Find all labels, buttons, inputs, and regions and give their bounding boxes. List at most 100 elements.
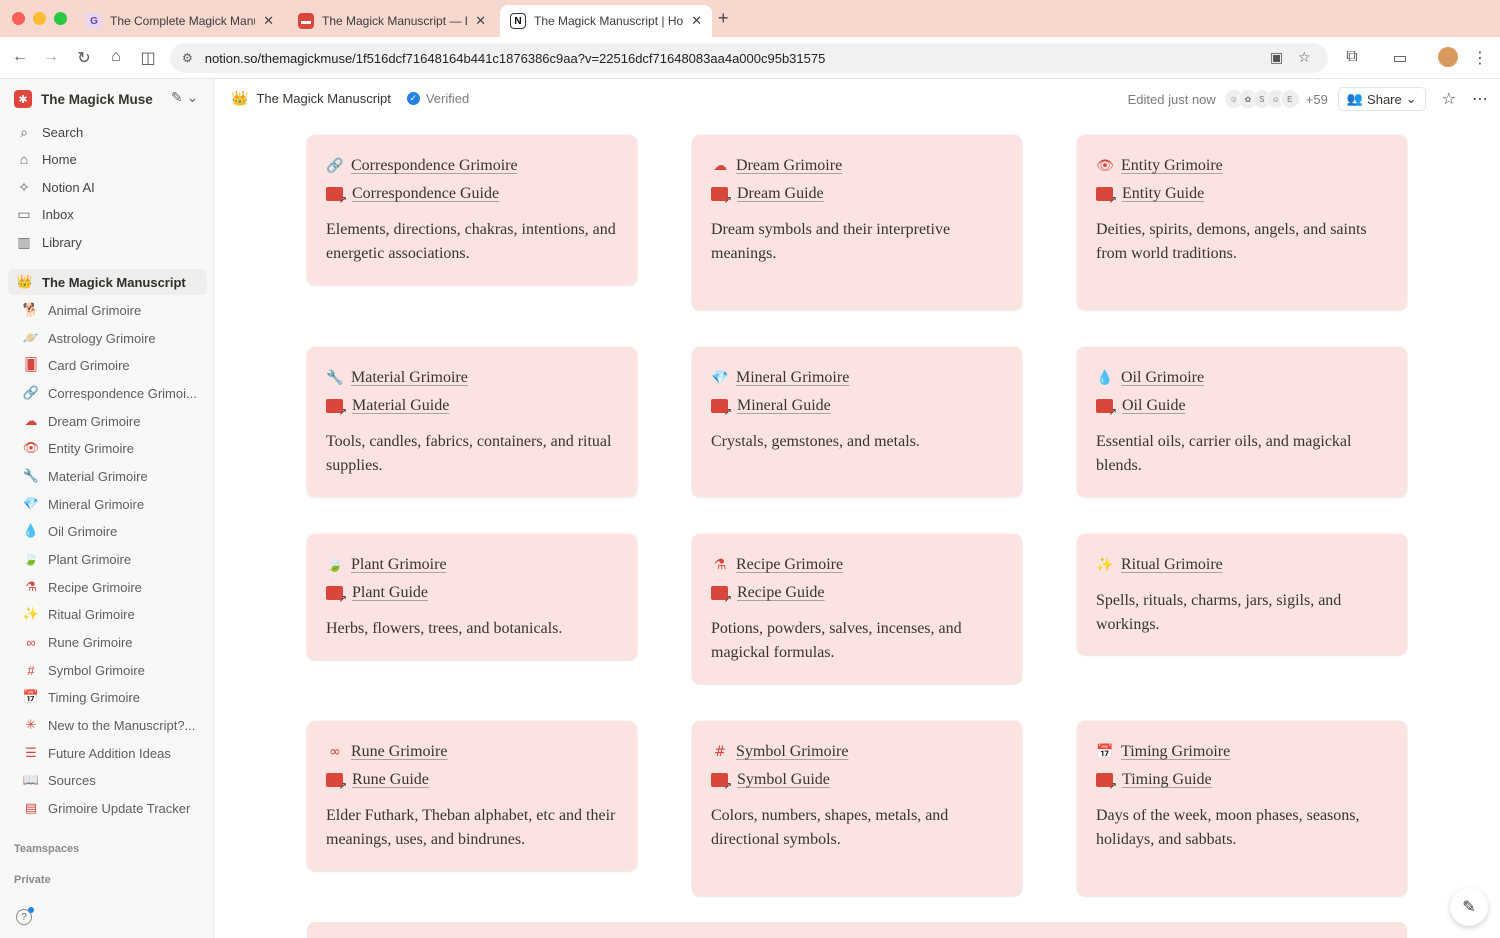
card-title[interactable]: Mineral Grimoire	[736, 369, 849, 387]
card-title[interactable]: Dream Grimoire	[736, 157, 842, 175]
hash-icon: #	[27, 662, 35, 678]
sidebar-item-oil-grimoire[interactable]: 💧 Oil Grimoire	[8, 518, 207, 544]
section-teamspaces[interactable]: Teamspaces	[14, 843, 79, 855]
bookmark-star-icon[interactable]: ☆	[1298, 49, 1311, 66]
minimize-window-button[interactable]	[33, 12, 46, 25]
sidebar-item-sources[interactable]: 📖 Sources	[8, 767, 207, 793]
gallery-card[interactable]: 💧 Oil Grimoire Oil Guide Essential oils, …	[1077, 347, 1407, 497]
sidebar-item-material-grimoire[interactable]: 🔧 Material Grimoire	[8, 463, 207, 489]
sidebar-item-entity-grimoire[interactable]: 👁 Entity Grimoire	[8, 435, 207, 461]
more-options-icon[interactable]: ⋯	[1472, 89, 1488, 109]
card-title[interactable]: Ritual Grimoire	[1121, 556, 1223, 574]
home-icon[interactable]: ⌂	[106, 48, 126, 66]
card-title[interactable]: Material Grimoire	[351, 369, 468, 387]
gallery-card[interactable]: 🔧 Material Grimoire Material Guide Tools,…	[307, 347, 637, 497]
share-button[interactable]: 👥 Share ⌄	[1337, 87, 1426, 111]
sidebar-item-astrology-grimoire[interactable]: 🪐 Astrology Grimoire	[8, 325, 207, 351]
gallery-card[interactable]: ☁ Dream Grimoire Dream Guide Dream symbol…	[692, 135, 1022, 310]
close-tab-icon[interactable]: ✕	[263, 13, 274, 29]
browser-menu-icon[interactable]: ⋮	[1470, 48, 1490, 68]
sidebar-nav-search[interactable]: ⌕ Search	[14, 121, 83, 143]
address-bar[interactable]: ⚙ notion.so/themagickmuse/1f516dcf716481…	[170, 43, 1328, 73]
sidebar-nav-inbox[interactable]: ▭ Inbox	[14, 203, 73, 225]
sidebar-item-grimoire-update-tracker[interactable]: ▤ Grimoire Update Tracker	[8, 795, 207, 821]
sidebar-item-future-addition-ideas[interactable]: ☰ Future Addition Ideas	[8, 740, 207, 766]
cast-icon[interactable]: ▭	[1390, 48, 1410, 68]
workspace-name: The Magick Muse	[41, 91, 153, 107]
collaborator-avatars[interactable]: ☺ ✿ S ☺ E	[1223, 89, 1300, 109]
sidebar-nav-notion-ai[interactable]: ✧ Notion AI	[14, 176, 95, 198]
sidebar-item-rune-grimoire[interactable]: ∞ Rune Grimoire	[8, 629, 207, 655]
card-guide-link[interactable]: Recipe Guide	[737, 584, 825, 602]
gallery-card[interactable]: 🔗 Correspondence Grimoire Correspondence …	[307, 135, 637, 285]
favorite-star-icon[interactable]: ☆	[1442, 89, 1456, 109]
breadcrumb[interactable]: 👑 The Magick Manuscript ✓ Verified	[231, 90, 469, 107]
gallery-card[interactable]: # Symbol Grimoire Symbol Guide Colors, nu…	[692, 721, 1022, 896]
sidebar-nav-home[interactable]: ⌂ Home	[14, 148, 77, 170]
sidebar-item-new-to-manuscript[interactable]: ✳ New to the Manuscript?...	[8, 712, 207, 738]
new-page-icon[interactable]: ✎ ⌄	[171, 89, 198, 106]
help-icon[interactable]: ?	[16, 907, 34, 925]
sidebar-item-dream-grimoire[interactable]: ☁ Dream Grimoire	[8, 408, 207, 434]
maximize-window-button[interactable]	[54, 12, 67, 25]
split-view-icon[interactable]: ◫	[138, 48, 158, 68]
verified-badge[interactable]: ✓ Verified	[406, 91, 469, 106]
card-guide-link[interactable]: Dream Guide	[737, 185, 824, 203]
sidebar-item-symbol-grimoire[interactable]: # Symbol Grimoire	[8, 657, 207, 683]
new-tab-button[interactable]: +	[718, 8, 729, 29]
card-guide-link[interactable]: Entity Guide	[1122, 185, 1204, 203]
card-guide-link[interactable]: Oil Guide	[1122, 397, 1186, 415]
card-title[interactable]: Oil Grimoire	[1121, 369, 1204, 387]
card-guide-link[interactable]: Material Guide	[352, 397, 449, 415]
gallery-card[interactable]: ∞ Rune Grimoire Rune Guide Elder Futhark,…	[307, 721, 637, 871]
notion-app-icon[interactable]: ▣	[1270, 49, 1283, 66]
card-title[interactable]: Entity Grimoire	[1121, 157, 1223, 175]
sidebar-item-plant-grimoire[interactable]: 🍃 Plant Grimoire	[8, 546, 207, 572]
card-title[interactable]: Symbol Grimoire	[736, 743, 848, 761]
card-guide-link[interactable]: Mineral Guide	[737, 397, 831, 415]
sidebar-item-mineral-grimoire[interactable]: 💎 Mineral Grimoire	[8, 491, 207, 517]
card-title[interactable]: Plant Grimoire	[351, 556, 447, 574]
card-title[interactable]: Correspondence Grimoire	[351, 157, 518, 175]
profile-avatar[interactable]	[1438, 47, 1458, 67]
card-guide-link[interactable]: Correspondence Guide	[352, 185, 499, 203]
section-private[interactable]: Private	[14, 874, 51, 886]
browser-tab-2[interactable]: ▬ The Magick Manuscript — Life ✕	[288, 5, 496, 37]
card-title[interactable]: Rune Grimoire	[351, 743, 447, 761]
close-tab-icon[interactable]: ✕	[691, 13, 702, 29]
extensions-icon[interactable]: ⧉	[1342, 48, 1362, 66]
reload-icon[interactable]: ↻	[74, 48, 94, 68]
gallery-card[interactable]: 💎 Mineral Grimoire Mineral Guide Crystals…	[692, 347, 1022, 497]
gallery-card[interactable]: 📅 Timing Grimoire Timing Guide Days of th…	[1077, 721, 1407, 896]
wrench-icon: 🔧	[22, 468, 40, 483]
workspace-switcher[interactable]: ✱ The Magick Muse	[14, 89, 153, 109]
sidebar-item-correspondence-grimoire[interactable]: 🔗 Correspondence Grimoi...	[8, 380, 207, 406]
site-settings-icon[interactable]: ⚙	[182, 51, 193, 65]
browser-tab-1[interactable]: G The Complete Magick Manuscript ✕	[76, 5, 284, 37]
sidebar-item-card-grimoire[interactable]: 🂠 Card Grimoire	[8, 352, 207, 378]
gallery-card[interactable]: ✨ Ritual Grimoire Spells, rituals, charms…	[1077, 534, 1407, 655]
card-title[interactable]: Recipe Grimoire	[736, 556, 843, 574]
card-guide-link[interactable]: Timing Guide	[1122, 771, 1212, 789]
close-window-button[interactable]	[12, 12, 25, 25]
sidebar-item-ritual-grimoire[interactable]: ✨ Ritual Grimoire	[8, 601, 207, 627]
card-guide-link[interactable]: Plant Guide	[352, 584, 428, 602]
card-guide-link[interactable]: Symbol Guide	[737, 771, 830, 789]
collaborator-count[interactable]: +59	[1306, 92, 1328, 107]
gallery-card[interactable]: ⚗ Recipe Grimoire Recipe Guide Potions, p…	[692, 534, 1022, 684]
back-icon[interactable]: ←	[10, 48, 30, 66]
gallery-card[interactable]: 🍃 Plant Grimoire Plant Guide Herbs, flowe…	[307, 534, 637, 660]
sidebar-item-recipe-grimoire[interactable]: ⚗ Recipe Grimoire	[8, 574, 207, 600]
sidebar-nav-library[interactable]: ▥ Library	[14, 231, 81, 253]
close-tab-icon[interactable]: ✕	[475, 13, 486, 29]
gallery-card-partial[interactable]	[307, 922, 1407, 938]
gallery-card[interactable]: 👁 Entity Grimoire Entity Guide Deities, s…	[1077, 135, 1407, 310]
browser-tab-3-active[interactable]: N The Magick Manuscript | Home ✕	[500, 5, 712, 37]
sidebar-item-timing-grimoire[interactable]: 📅 Timing Grimoire	[8, 684, 207, 710]
forward-icon[interactable]: →	[41, 48, 61, 66]
notion-ai-button[interactable]: ✎	[1450, 888, 1488, 926]
sidebar-item-magick-manuscript[interactable]: 👑 The Magick Manuscript	[8, 269, 207, 295]
card-guide-link[interactable]: Rune Guide	[352, 771, 429, 789]
sidebar-item-animal-grimoire[interactable]: 🐕 Animal Grimoire	[8, 297, 207, 323]
card-title[interactable]: Timing Grimoire	[1121, 743, 1230, 761]
